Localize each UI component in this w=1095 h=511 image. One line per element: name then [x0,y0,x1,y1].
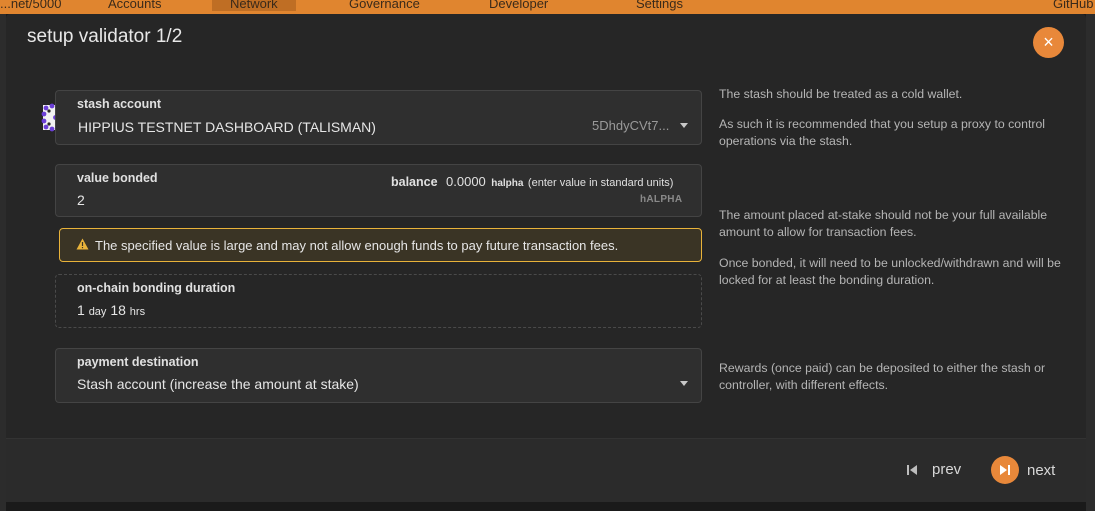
next-button[interactable]: next [991,456,1055,484]
stash-account-name: HIPPIUS TESTNET DASHBOARD (TALISMAN) [78,119,376,135]
warning-text: The specified value is large and may not… [95,238,619,253]
next-label: next [1027,461,1056,479]
stash-account-label: stash account [77,97,162,111]
close-button[interactable]: × [1033,27,1064,58]
next-icon-circle [991,456,1019,484]
nav-governance[interactable]: Governance [349,0,420,11]
payment-destination-value: Stash account (increase the amount at st… [77,376,359,392]
chevron-down-icon [680,123,688,128]
step-back-icon [907,464,917,475]
bonding-duration-value: 1 day 18 hrs [77,302,145,318]
value-bonded-unit[interactable]: hALPHA [640,194,682,205]
duration-hours: 18 [110,302,126,318]
value-bonded-label: value bonded [77,171,158,185]
balance-unit: halpha [491,178,524,189]
chevron-down-icon [680,381,688,386]
prev-button[interactable]: prev [906,461,961,478]
balance-display: balance 0.0000 halpha (enter value in st… [391,173,673,191]
payment-destination-dropdown[interactable]: payment destination Stash account (incre… [55,348,702,403]
warning-icon [76,238,89,250]
value-bonded-input[interactable]: 2 [77,192,85,208]
chain-selector[interactable]: ...net/5000 [0,0,61,11]
balance-hint: (enter value in standard units) [527,177,674,189]
payment-destination-label: payment destination [77,355,199,369]
nav-accounts[interactable]: Accounts [108,0,161,11]
nav-github[interactable]: GitHub [1053,0,1093,11]
close-icon: × [1043,32,1054,52]
stash-account-dropdown[interactable]: stash account HIPPIUS TESTNET DASHBOARD … [55,90,702,145]
duration-days: 1 [77,302,85,318]
nav-developer[interactable]: Developer [489,0,548,11]
background-page-right [1086,14,1095,511]
warning-banner: The specified value is large and may not… [59,228,702,262]
value-bonded-field[interactable]: value bonded balance 0.0000 halpha (ente… [55,164,702,217]
nav-network[interactable]: Network [212,0,296,11]
modal-title: setup validator 1/2 [27,26,183,47]
balance-value: 0.0000 [446,174,486,189]
app-top-nav: ...net/5000 Accounts Network Governance … [0,0,1095,14]
step-forward-icon [1000,465,1010,475]
modal-footer: prev next [6,438,1086,502]
bonding-duration-box: on-chain bonding duration 1 day 18 hrs [55,274,702,328]
help-bond-amount: The amount placed at-stake should not be… [719,208,1048,239]
help-stash-proxy: As such it is recommended that you setup… [719,117,1046,148]
prev-label: prev [932,461,962,478]
nav-settings[interactable]: Settings [636,0,683,11]
duration-hours-unit: hrs [129,306,146,318]
help-stash-cold-wallet: The stash should be treated as a cold wa… [719,87,963,101]
stash-account-address: 5DhdyCVt7... [592,118,670,133]
help-payment: Rewards (once paid) can be deposited to … [719,361,1046,392]
bonding-duration-label: on-chain bonding duration [77,281,236,295]
duration-days-unit: day [88,306,107,318]
balance-label: balance [391,175,438,189]
help-bond-unlock: Once bonded, it will need to be unlocked… [719,256,1061,287]
